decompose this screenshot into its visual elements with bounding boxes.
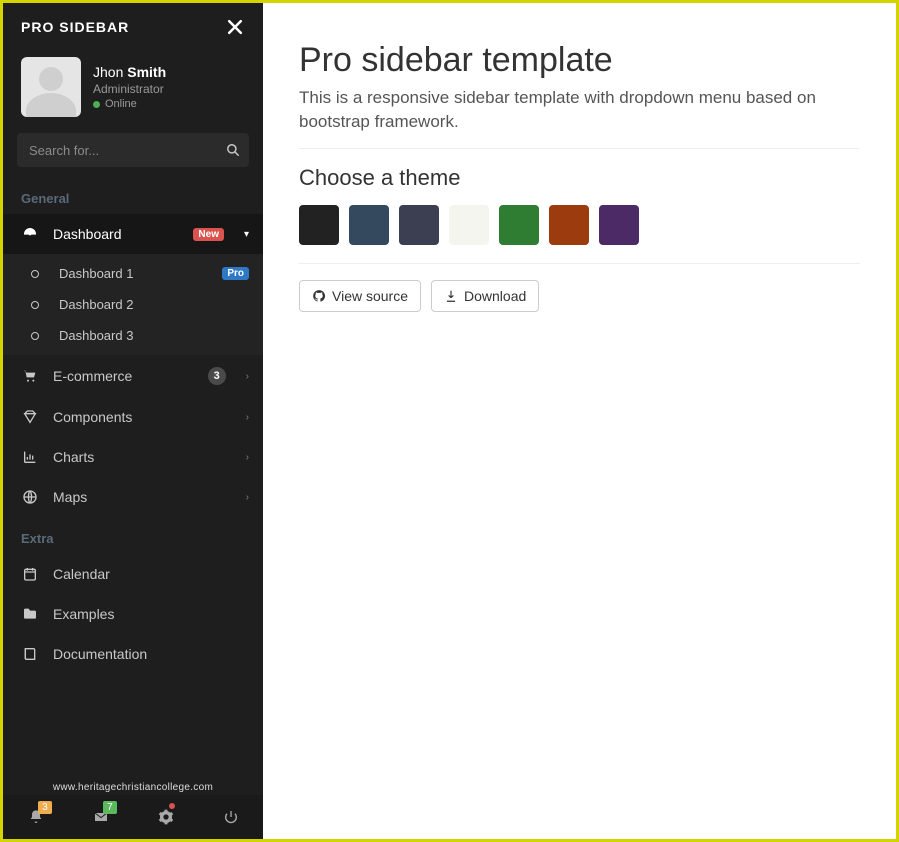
badge-count: 3 [208, 367, 226, 385]
download-icon [444, 289, 458, 303]
search-button[interactable] [217, 143, 249, 157]
theme-swatch[interactable] [599, 205, 639, 245]
user-block: Jhon Smith Administrator Online [3, 47, 263, 133]
status-dot-icon [169, 803, 175, 809]
sidebar-item-label: Dashboard [53, 226, 179, 242]
sidebar-subitem-dashboard-3[interactable]: Dashboard 3 [3, 320, 263, 351]
search-icon [226, 143, 240, 157]
search-input[interactable] [17, 143, 217, 158]
search-box [17, 133, 249, 167]
sidebar-subitem-dashboard-2[interactable]: Dashboard 2 [3, 289, 263, 320]
diamond-icon [21, 409, 39, 425]
notifications-badge: 3 [38, 801, 52, 814]
sidebar-item-examples[interactable]: Examples [3, 594, 263, 634]
sidebar-item-charts[interactable]: Charts › [3, 437, 263, 477]
footer-settings[interactable] [133, 795, 198, 839]
power-icon [223, 809, 239, 825]
footer-power[interactable] [198, 795, 263, 839]
user-name: Jhon Smith [93, 64, 166, 80]
user-status: Online [93, 98, 166, 110]
sidebar: PRO SIDEBAR Jhon Smith Administrator Onl… [3, 3, 263, 839]
folder-icon [21, 606, 39, 622]
chart-icon [21, 449, 39, 465]
theme-swatch[interactable] [399, 205, 439, 245]
watermark-text: www.heritagechristiancollege.com [3, 782, 263, 793]
section-extra: Extra [3, 517, 263, 554]
main-content: Pro sidebar template This is a responsiv… [263, 3, 896, 839]
book-icon [21, 646, 39, 662]
sidebar-item-label: Components [53, 409, 232, 425]
brand-title: PRO SIDEBAR [21, 19, 129, 35]
page-title: Pro sidebar template [299, 41, 860, 80]
sidebar-item-dashboard[interactable]: Dashboard New ▾ [3, 214, 263, 254]
sidebar-item-calendar[interactable]: Calendar [3, 554, 263, 594]
chevron-down-icon: ▾ [244, 229, 249, 240]
sidebar-item-label: E-commerce [53, 368, 194, 384]
chevron-right-icon: › [246, 412, 249, 423]
bullet-icon [31, 301, 39, 309]
chevron-right-icon: › [246, 371, 249, 382]
theme-swatch[interactable] [299, 205, 339, 245]
page-description: This is a responsive sidebar template wi… [299, 86, 839, 134]
divider [299, 263, 860, 264]
dashboard-icon [21, 226, 39, 242]
dashboard-submenu: Dashboard 1 Pro Dashboard 2 Dashboard 3 [3, 254, 263, 355]
sidebar-item-components[interactable]: Components › [3, 397, 263, 437]
theme-swatch[interactable] [349, 205, 389, 245]
sidebar-item-label: Charts [53, 449, 232, 465]
avatar [21, 57, 81, 117]
calendar-icon [21, 566, 39, 582]
bullet-icon [31, 270, 39, 278]
divider [299, 148, 860, 149]
section-general: General [3, 177, 263, 214]
sidebar-item-maps[interactable]: Maps › [3, 477, 263, 517]
badge-new: New [193, 228, 224, 241]
user-role: Administrator [93, 82, 166, 96]
close-icon[interactable] [225, 17, 245, 37]
sidebar-item-label: Maps [53, 489, 232, 505]
theme-swatches [299, 205, 860, 245]
github-icon [312, 289, 326, 303]
sidebar-header: PRO SIDEBAR [3, 3, 263, 47]
theme-swatch[interactable] [499, 205, 539, 245]
gear-icon [158, 809, 174, 825]
footer-messages[interactable]: 7 [68, 795, 133, 839]
sidebar-item-ecommerce[interactable]: E-commerce 3 › [3, 355, 263, 397]
cart-icon [21, 368, 39, 384]
sidebar-item-label: Documentation [53, 646, 249, 662]
choose-theme-title: Choose a theme [299, 165, 860, 191]
view-source-button[interactable]: View source [299, 280, 421, 312]
sidebar-item-documentation[interactable]: Documentation [3, 634, 263, 674]
globe-icon [21, 489, 39, 505]
chevron-right-icon: › [246, 492, 249, 503]
chevron-right-icon: › [246, 452, 249, 463]
footer-notifications[interactable]: 3 [3, 795, 68, 839]
theme-swatch[interactable] [549, 205, 589, 245]
sidebar-item-label: Examples [53, 606, 249, 622]
theme-swatch[interactable] [449, 205, 489, 245]
sidebar-footer: 3 7 [3, 795, 263, 839]
sidebar-subitem-dashboard-1[interactable]: Dashboard 1 Pro [3, 258, 263, 289]
bullet-icon [31, 332, 39, 340]
badge-pro: Pro [222, 267, 249, 280]
download-button[interactable]: Download [431, 280, 539, 312]
messages-badge: 7 [103, 801, 117, 814]
sidebar-item-label: Calendar [53, 566, 249, 582]
status-dot-icon [93, 101, 100, 108]
